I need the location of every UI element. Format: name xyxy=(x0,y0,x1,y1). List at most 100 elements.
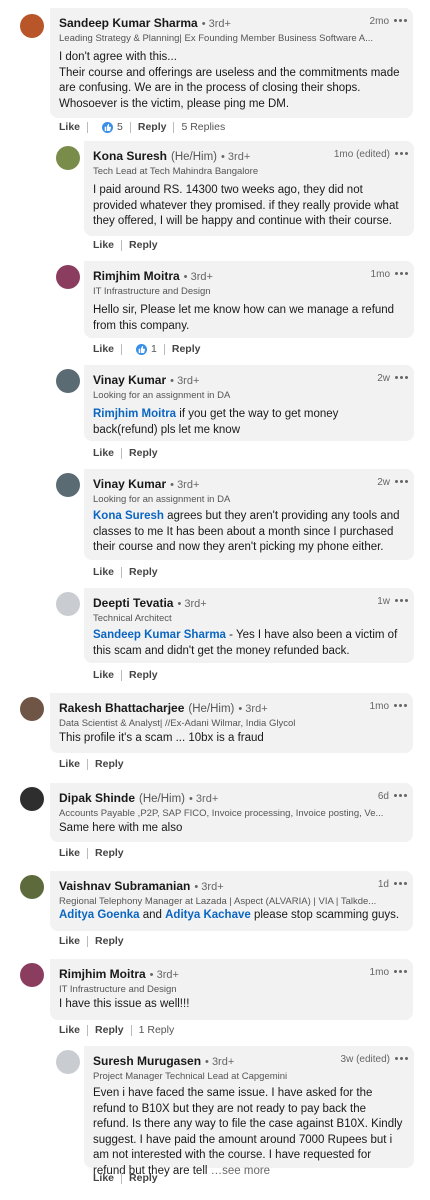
mention-link[interactable]: Sandeep Kumar Sharma xyxy=(93,629,226,641)
mention-link[interactable]: Kona Suresh xyxy=(93,510,164,522)
comment-text: I have this issue as well!!! xyxy=(59,998,190,1010)
more-options-icon[interactable] xyxy=(393,965,407,977)
more-options-icon[interactable] xyxy=(393,699,407,711)
commenter-name[interactable]: Dipak Shinde xyxy=(59,791,135,805)
commenter-name[interactable]: Vinay Kumar xyxy=(93,477,166,491)
see-more-link[interactable]: …see more xyxy=(211,1165,270,1177)
avatar[interactable] xyxy=(20,787,44,811)
like-button[interactable]: Like xyxy=(93,669,114,681)
comment-bubble: Rakesh Bhattacharjee (He/Him) • 3rd+ Data … xyxy=(50,693,413,753)
mention-link[interactable]: Aditya Kachave xyxy=(165,909,251,921)
comment-time: 2mo xyxy=(369,16,389,27)
more-options-icon[interactable] xyxy=(394,594,408,606)
commenter-name[interactable]: Rimjhim Moitra xyxy=(93,269,180,283)
commenter-headline: IT Infrastructure and Design xyxy=(93,286,211,297)
like-button[interactable]: Like xyxy=(93,343,114,355)
replies-count-link[interactable]: 5 Replies xyxy=(181,121,225,133)
divider xyxy=(121,343,123,355)
comment-header: Rakesh Bhattacharjee (He/Him) • 3rd+ xyxy=(59,701,373,715)
reply-button[interactable]: Reply xyxy=(129,447,158,459)
commenter-name[interactable]: Vinay Kumar xyxy=(93,373,166,387)
avatar[interactable] xyxy=(56,592,80,616)
avatar[interactable] xyxy=(20,697,44,721)
commenter-name[interactable]: Deepti Tevatia xyxy=(93,596,173,610)
avatar[interactable] xyxy=(56,265,80,289)
like-button[interactable]: Like xyxy=(59,847,80,859)
thumbs-up-icon xyxy=(102,121,114,133)
comment-text: Sandeep Kumar Sharma - Yes I have also b… xyxy=(93,628,404,659)
connection-degree: • 3rd+ xyxy=(194,881,224,893)
more-options-icon[interactable] xyxy=(393,877,407,889)
commenter-name[interactable]: Kona Suresh xyxy=(93,149,167,163)
divider xyxy=(130,1024,132,1036)
like-button[interactable]: Like xyxy=(59,121,80,133)
comment-actions: Like 1 Reply xyxy=(93,341,200,357)
reply-button[interactable]: Reply xyxy=(138,121,167,133)
avatar[interactable] xyxy=(20,14,44,38)
reply-button[interactable]: Reply xyxy=(172,343,201,355)
comment-bubble: Vaishnav Subramanian • 3rd+ Regional Tele… xyxy=(50,871,413,931)
avatar-image xyxy=(56,146,80,170)
connection-degree: • 3rd+ xyxy=(201,18,231,30)
commenter-headline: Tech Lead at Tech Mahindra Bangalore xyxy=(93,166,259,177)
reaction-summary[interactable]: 1 xyxy=(136,343,157,355)
more-options-icon[interactable] xyxy=(394,1052,408,1064)
divider xyxy=(121,447,123,459)
like-button[interactable]: Like xyxy=(93,239,114,251)
divider xyxy=(121,669,123,681)
comment-time: 3w (edited) xyxy=(340,1054,390,1065)
mention-link[interactable]: Rimjhim Moitra xyxy=(93,408,176,420)
avatar[interactable] xyxy=(56,473,80,497)
more-options-icon[interactable] xyxy=(394,147,408,159)
divider xyxy=(173,121,175,133)
avatar[interactable] xyxy=(56,369,80,393)
more-options-icon[interactable] xyxy=(394,475,408,487)
reaction-summary[interactable]: 5 xyxy=(102,121,123,133)
like-button[interactable]: Like xyxy=(93,1172,114,1184)
reply-button[interactable]: Reply xyxy=(95,758,124,770)
comment-header: Rimjhim Moitra • 3rd+ xyxy=(59,967,373,981)
divider xyxy=(87,758,89,770)
more-options-icon[interactable] xyxy=(394,267,408,279)
replies-count-link[interactable]: 1 Reply xyxy=(139,1024,175,1036)
like-button[interactable]: Like xyxy=(59,758,80,770)
avatar-image xyxy=(20,697,44,721)
avatar[interactable] xyxy=(20,963,44,987)
comment-header: Rimjhim Moitra • 3rd+ xyxy=(93,269,374,283)
comment-bubble: Sandeep Kumar Sharma • 3rd+ Leading Strat… xyxy=(50,8,413,118)
like-button[interactable]: Like xyxy=(59,935,80,947)
connection-degree: • 3rd+ xyxy=(221,151,251,163)
reply-button[interactable]: Reply xyxy=(129,1172,158,1184)
comment-text: Aditya Goenka and Aditya Kachave please … xyxy=(59,908,403,924)
avatar-image xyxy=(56,592,80,616)
like-button[interactable]: Like xyxy=(93,566,114,578)
comment-text: Same here with me also xyxy=(59,822,183,834)
like-button[interactable]: Like xyxy=(93,447,114,459)
comment-actions: Like Reply xyxy=(93,667,158,683)
commenter-name[interactable]: Vaishnav Subramanian xyxy=(59,879,190,893)
reply-button[interactable]: Reply xyxy=(95,935,124,947)
comment-time: 2w xyxy=(377,477,390,488)
avatar-image xyxy=(20,14,44,38)
reply-button[interactable]: Reply xyxy=(129,239,158,251)
comment-text-content: please stop scamming guys. xyxy=(250,909,400,921)
mention-link[interactable]: Aditya Goenka xyxy=(59,909,140,921)
more-options-icon[interactable] xyxy=(393,789,407,801)
reply-button[interactable]: Reply xyxy=(95,1024,124,1036)
like-button[interactable]: Like xyxy=(59,1024,80,1036)
commenter-name[interactable]: Rimjhim Moitra xyxy=(59,967,146,981)
more-options-icon[interactable] xyxy=(394,371,408,383)
commenter-name[interactable]: Rakesh Bhattacharjee xyxy=(59,701,184,715)
avatar[interactable] xyxy=(56,146,80,170)
commenter-name[interactable]: Suresh Murugasen xyxy=(93,1054,201,1068)
connection-degree: • 3rd+ xyxy=(170,479,200,491)
avatar[interactable] xyxy=(56,1050,80,1074)
commenter-name[interactable]: Sandeep Kumar Sharma xyxy=(59,16,198,30)
reply-button[interactable]: Reply xyxy=(129,566,158,578)
more-options-icon[interactable] xyxy=(393,14,407,26)
reply-button[interactable]: Reply xyxy=(129,669,158,681)
comment-header: Vinay Kumar • 3rd+ xyxy=(93,477,374,491)
reply-button[interactable]: Reply xyxy=(95,847,124,859)
avatar[interactable] xyxy=(20,875,44,899)
comment-text: I don't agree with this... Their course … xyxy=(59,51,400,110)
